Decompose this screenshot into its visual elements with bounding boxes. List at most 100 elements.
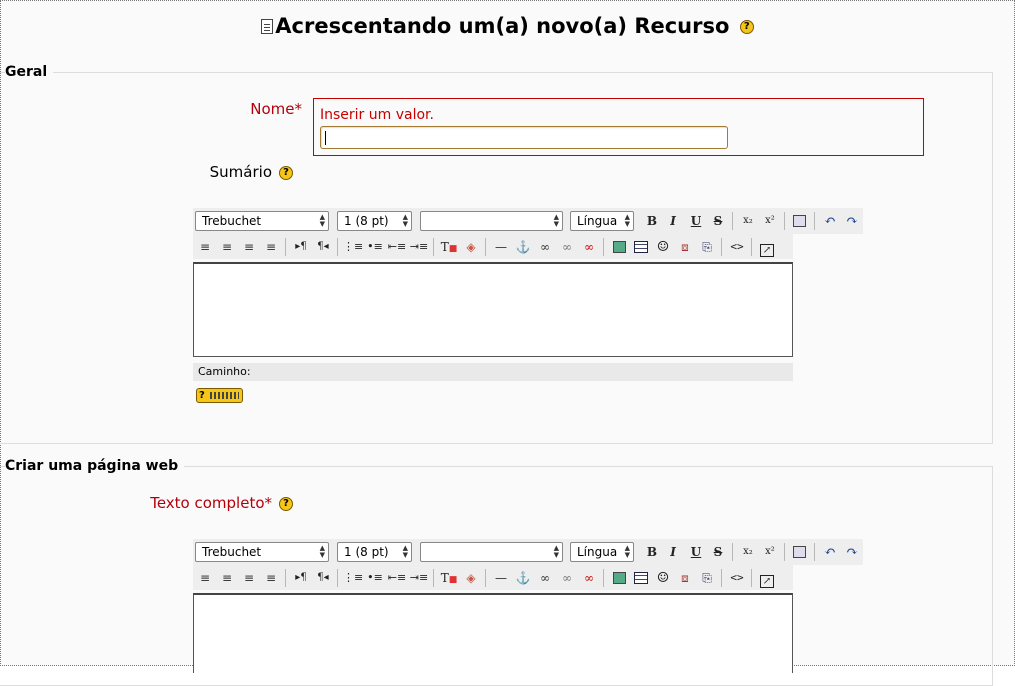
bold-icon[interactable]: B	[642, 211, 662, 231]
ltr-icon[interactable]: ▸¶	[291, 237, 311, 257]
undo-icon[interactable]: ↶	[820, 211, 840, 231]
nome-input[interactable]	[320, 126, 728, 149]
search-replace-icon[interactable]: ⎘	[697, 568, 717, 588]
font-size-value: 1 (8 pt)	[344, 214, 389, 228]
special-char-icon[interactable]: ⧈	[675, 237, 695, 257]
nolink-icon[interactable]: ∞	[579, 568, 599, 588]
font-family-value: Trebuchet	[202, 545, 262, 559]
superscript-icon[interactable]: x²	[760, 542, 780, 562]
nolink-icon[interactable]: ∞	[579, 237, 599, 257]
editor-toolbar-row-1: Trebuchet ▲ ▼ 1 (8 pt) ▲ ▼ ▲ ▼ Língua ▲ ▼ B …	[193, 208, 863, 234]
smiley-icon[interactable]: ☺	[653, 568, 673, 588]
outdent-icon[interactable]: ⇤≡	[387, 237, 407, 257]
strikethrough-icon[interactable]: S	[708, 542, 728, 562]
text-color-icon[interactable]: T■	[439, 237, 459, 257]
justify-icon[interactable]: ≡	[261, 568, 281, 588]
spinner-icon: ▲ ▼	[553, 213, 559, 228]
rtl-icon[interactable]: ¶◂	[313, 237, 333, 257]
align-center-icon[interactable]: ≡	[217, 237, 237, 257]
keyboard-icon	[210, 392, 239, 399]
align-left-icon[interactable]: ≡	[195, 237, 215, 257]
insert-table-icon[interactable]	[631, 237, 651, 257]
fullscreen-icon[interactable]: ↗	[757, 568, 777, 588]
toolbar-separator	[433, 569, 434, 587]
font-size-value: 1 (8 pt)	[344, 545, 389, 559]
background-color-icon[interactable]: ◈	[461, 568, 481, 588]
heading-select[interactable]: ▲ ▼	[420, 542, 563, 562]
subscript-icon[interactable]: x₂	[738, 211, 758, 231]
insert-table-icon[interactable]	[631, 568, 651, 588]
search-replace-icon[interactable]: ⎘	[697, 237, 717, 257]
insert-image-icon[interactable]	[609, 237, 629, 257]
paste-word-icon[interactable]	[789, 542, 809, 562]
nome-label: Nome*	[200, 100, 302, 118]
texto-completo-editor-area[interactable]	[193, 593, 793, 673]
font-family-select[interactable]: Trebuchet ▲ ▼	[195, 542, 329, 562]
subscript-icon[interactable]: x₂	[738, 542, 758, 562]
unlink-icon[interactable]: ∞	[557, 237, 577, 257]
unordered-list-icon[interactable]: •≡	[365, 568, 385, 588]
texto-completo-help-icon[interactable]: ?	[279, 497, 293, 511]
underline-icon[interactable]: U	[686, 211, 706, 231]
sumario-help-icon[interactable]: ?	[279, 166, 293, 180]
italic-icon[interactable]: I	[663, 211, 683, 231]
toolbar-separator	[732, 212, 733, 230]
toolbar-separator	[337, 238, 338, 256]
insert-image-icon[interactable]	[609, 568, 629, 588]
smiley-icon[interactable]: ☺	[653, 237, 673, 257]
link-icon[interactable]: ∞	[535, 568, 555, 588]
outdent-icon[interactable]: ⇤≡	[387, 568, 407, 588]
nome-error-message: Inserir um valor.	[320, 107, 434, 123]
italic-icon[interactable]: I	[663, 542, 683, 562]
font-size-select[interactable]: 1 (8 pt) ▲ ▼	[337, 211, 412, 231]
align-right-icon[interactable]: ≡	[239, 237, 259, 257]
align-right-icon[interactable]: ≡	[239, 568, 259, 588]
horizontal-rule-icon[interactable]: —	[491, 237, 511, 257]
keyboard-help-icon[interactable]: ?	[196, 388, 243, 403]
font-size-select[interactable]: 1 (8 pt) ▲ ▼	[337, 542, 412, 562]
align-center-icon[interactable]: ≡	[217, 568, 237, 588]
sumario-editor-area[interactable]	[193, 262, 793, 357]
underline-icon[interactable]: U	[686, 542, 706, 562]
bold-icon[interactable]: B	[642, 542, 662, 562]
page-title: Acrescentando um(a) novo(a) Recurso ?	[0, 14, 1015, 38]
ordered-list-icon[interactable]: ⋮≡	[343, 237, 363, 257]
undo-icon[interactable]: ↶	[820, 542, 840, 562]
strikethrough-icon[interactable]: S	[708, 211, 728, 231]
language-select[interactable]: Língua ▲ ▼	[570, 211, 634, 231]
path-label: Caminho:	[198, 365, 251, 378]
text-color-icon[interactable]: T■	[439, 568, 459, 588]
rtl-icon[interactable]: ¶◂	[313, 568, 333, 588]
section-geral-legend: Geral	[5, 64, 54, 80]
link-icon[interactable]: ∞	[535, 237, 555, 257]
html-source-icon[interactable]: <>	[727, 237, 747, 257]
heading-select[interactable]: ▲ ▼	[420, 211, 563, 231]
superscript-icon[interactable]: x²	[760, 211, 780, 231]
redo-icon[interactable]: ↷	[842, 211, 862, 231]
toolbar-separator	[732, 543, 733, 561]
paste-word-icon[interactable]	[789, 211, 809, 231]
font-family-select[interactable]: Trebuchet ▲ ▼	[195, 211, 329, 231]
editor-toolbar-row-2: ≡ ≡ ≡ ≡ ▸¶ ¶◂ ⋮≡ •≡ ⇤≡ ⇥≡ T■ ◈ — ⚓ ∞ ∞ ∞…	[193, 565, 793, 590]
anchor-icon[interactable]: ⚓	[513, 237, 533, 257]
html-source-icon[interactable]: <>	[727, 568, 747, 588]
toolbar-separator	[721, 569, 722, 587]
horizontal-rule-icon[interactable]: —	[491, 568, 511, 588]
document-icon	[261, 19, 274, 34]
special-char-icon[interactable]: ⧈	[675, 568, 695, 588]
background-color-icon[interactable]: ◈	[461, 237, 481, 257]
toolbar-separator	[603, 238, 604, 256]
ordered-list-icon[interactable]: ⋮≡	[343, 568, 363, 588]
unlink-icon[interactable]: ∞	[557, 568, 577, 588]
redo-icon[interactable]: ↷	[842, 542, 862, 562]
language-select[interactable]: Língua ▲ ▼	[570, 542, 634, 562]
indent-icon[interactable]: ⇥≡	[409, 568, 429, 588]
unordered-list-icon[interactable]: •≡	[365, 237, 385, 257]
indent-icon[interactable]: ⇥≡	[409, 237, 429, 257]
justify-icon[interactable]: ≡	[261, 237, 281, 257]
anchor-icon[interactable]: ⚓	[513, 568, 533, 588]
ltr-icon[interactable]: ▸¶	[291, 568, 311, 588]
align-left-icon[interactable]: ≡	[195, 568, 215, 588]
help-icon[interactable]: ?	[739, 20, 754, 34]
fullscreen-icon[interactable]: ↗	[757, 237, 777, 257]
